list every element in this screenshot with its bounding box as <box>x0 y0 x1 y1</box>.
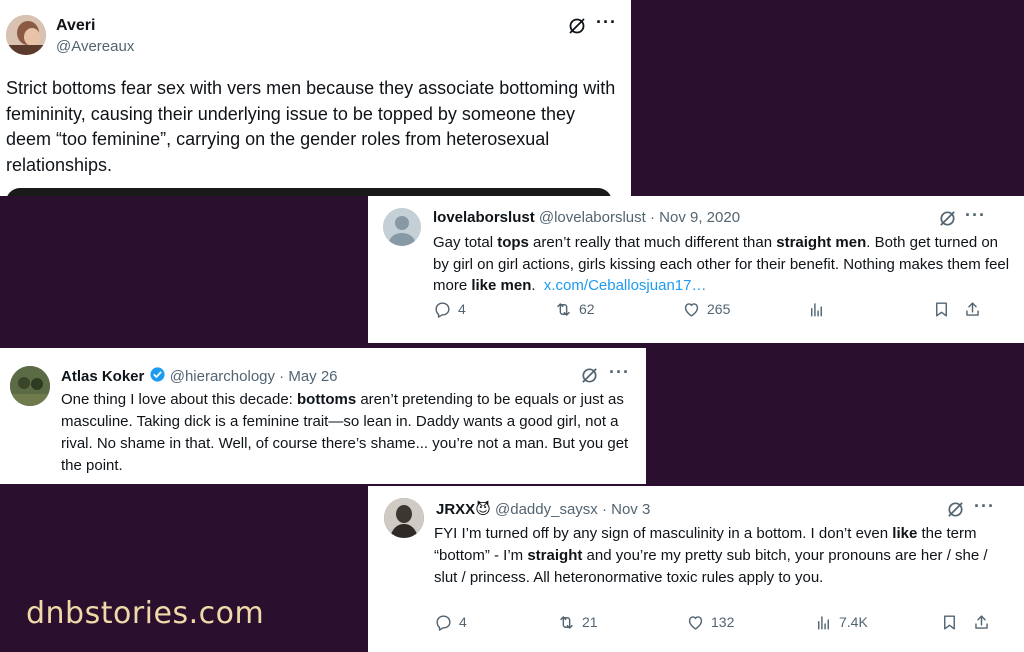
grok-icon[interactable] <box>567 16 587 41</box>
tweet-date[interactable]: · May 26 <box>279 368 337 385</box>
avatar[interactable] <box>383 208 421 246</box>
more-icon[interactable]: ··· <box>596 12 617 33</box>
avatar[interactable] <box>10 366 50 406</box>
bookmark-button[interactable] <box>932 300 951 319</box>
views-button[interactable]: 7.4K <box>814 613 868 632</box>
tweet-header: Atlas Koker @hierarchology · May 26 <box>61 366 338 387</box>
tweet-card-jrxx: JRXX😈 @daddy_saysx · Nov 3 ··· FYI I’m t… <box>368 486 1024 652</box>
author-handle[interactable]: @daddy_saysx <box>495 501 598 518</box>
views-icon <box>818 615 829 630</box>
share-icon <box>975 614 988 629</box>
reply-icon <box>435 301 450 318</box>
share-button[interactable] <box>963 300 982 319</box>
tweet-text: Gay total tops aren’t really that much d… <box>433 232 1013 297</box>
like-count: 132 <box>711 614 735 630</box>
devil-emoji-icon: 😈 <box>475 501 491 518</box>
text-segment: . <box>531 277 544 294</box>
tweet-date[interactable]: · Nov 3 <box>602 501 650 518</box>
repost-icon <box>560 615 573 629</box>
tweet-header: JRXX😈 @daddy_saysx · Nov 3 <box>436 500 650 518</box>
text-segment: FYI I’m turned off by any sign of mascul… <box>434 525 893 542</box>
text-segment-bold: tops <box>497 234 529 251</box>
author-name[interactable]: Averi <box>56 17 95 35</box>
author-name[interactable]: lovelaborslust <box>433 209 535 226</box>
share-icon <box>966 301 979 316</box>
more-icon[interactable]: ··· <box>974 496 995 517</box>
tweet-link[interactable]: x.com/Ceballosjuan17… <box>544 277 707 294</box>
grok-icon[interactable] <box>580 366 599 390</box>
tweet-card-averi: Averi @Avereaux ··· Strict bottoms fear … <box>0 0 631 196</box>
author-name[interactable]: Atlas Koker <box>61 368 144 385</box>
avatar[interactable] <box>384 498 424 538</box>
grok-icon[interactable] <box>938 209 957 233</box>
like-button[interactable]: 132 <box>686 613 734 632</box>
share-button[interactable] <box>972 613 991 632</box>
text-segment: aren’t really that much different than <box>528 234 777 251</box>
text-segment-bold: straight <box>527 547 583 564</box>
author-handle[interactable]: @Avereaux <box>56 38 134 55</box>
grok-icon[interactable] <box>946 500 965 524</box>
media-preview[interactable] <box>6 188 612 196</box>
tweet-text: Strict bottoms fear sex with vers men be… <box>6 78 616 175</box>
reply-button[interactable]: 4 <box>433 300 466 319</box>
watermark-text: dnbstories.com <box>26 596 265 631</box>
repost-count: 62 <box>579 301 595 317</box>
bookmark-button[interactable] <box>940 613 959 632</box>
bookmark-icon <box>944 614 955 630</box>
reply-icon <box>436 614 451 631</box>
repost-icon <box>557 302 570 316</box>
views-count: 7.4K <box>839 614 868 630</box>
repost-button[interactable]: 21 <box>557 613 598 632</box>
text-segment-bold: straight men <box>776 234 867 251</box>
views-icon <box>811 302 822 317</box>
reply-count: 4 <box>459 614 467 630</box>
tweet-date[interactable]: · Nov 9, 2020 <box>650 209 740 226</box>
views-button[interactable] <box>807 300 826 319</box>
more-icon[interactable]: ··· <box>609 362 630 383</box>
author-handle[interactable]: @hierarchology <box>170 368 275 385</box>
tweet-card-lovelaborslust: lovelaborslust @lovelaborslust · Nov 9, … <box>368 196 1024 343</box>
text-segment-bold: like men <box>471 277 532 294</box>
text-segment: One thing I love about this decade: <box>61 391 297 408</box>
verified-badge-icon <box>149 366 166 387</box>
author-name[interactable]: JRXX <box>436 501 475 518</box>
tweet-card-atlas-koker: Atlas Koker @hierarchology · May 26 ··· … <box>0 348 646 484</box>
like-icon <box>684 302 699 317</box>
tweet-text: FYI I’m turned off by any sign of mascul… <box>434 523 1004 589</box>
tweet-text: One thing I love about this decade: bott… <box>61 389 631 477</box>
repost-count: 21 <box>582 614 598 630</box>
text-segment: Gay total <box>433 234 498 251</box>
like-icon <box>688 615 703 630</box>
bookmark-icon <box>936 301 947 317</box>
author-handle[interactable]: @lovelaborslust <box>539 209 646 226</box>
reply-count: 4 <box>458 301 466 317</box>
text-segment-bold: like <box>892 525 918 542</box>
like-button[interactable]: 265 <box>682 300 730 319</box>
repost-button[interactable]: 62 <box>554 300 595 319</box>
like-count: 265 <box>707 301 731 317</box>
avatar[interactable] <box>6 15 46 55</box>
reply-button[interactable]: 4 <box>434 613 467 632</box>
text-segment-bold: bottoms <box>297 391 357 408</box>
tweet-header: lovelaborslust @lovelaborslust · Nov 9, … <box>433 209 740 226</box>
more-icon[interactable]: ··· <box>965 205 986 226</box>
